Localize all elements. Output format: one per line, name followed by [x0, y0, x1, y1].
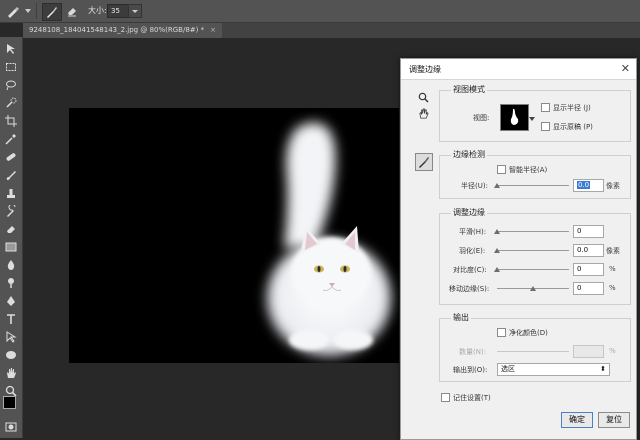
brush-size-label: 大小:	[88, 6, 107, 15]
view-thumbnail[interactable]	[500, 104, 529, 131]
eyedropper-tool-icon[interactable]	[4, 133, 18, 145]
hand-tool-icon[interactable]	[4, 367, 18, 379]
view-mode-group	[439, 90, 631, 142]
contrast-unit: %	[609, 265, 616, 273]
pen-tool-icon[interactable]	[4, 295, 18, 307]
crop-tool-icon[interactable]	[4, 115, 18, 127]
document-tab-title: 9248108_184041548143_2.jpg @ 80%(RGB/8#)…	[29, 26, 205, 34]
type-tool-icon[interactable]	[4, 313, 18, 325]
amount-label: 数量(N):	[459, 348, 487, 356]
smooth-slider[interactable]	[497, 231, 569, 232]
tools-panel	[0, 37, 23, 438]
refine-radius-brush-icon[interactable]	[42, 3, 62, 21]
amount-slider	[497, 351, 569, 352]
refine-edge-dialog: 调整边缘 ✕ 视图模式 视图: 显示半径 (J) 显示原稿 (P) 边缘检测 智…	[400, 58, 637, 440]
quick-selection-tool-icon[interactable]	[4, 97, 18, 109]
path-selection-tool-icon[interactable]	[4, 331, 18, 343]
dodge-tool-icon[interactable]	[4, 277, 18, 289]
close-tab-icon[interactable]: ×	[210, 26, 216, 34]
decontaminate-colors-label: 净化颜色(D)	[509, 329, 548, 337]
brush-size-input[interactable]: 35	[107, 4, 130, 18]
shift-edge-input[interactable]: 0	[573, 282, 604, 295]
edge-detection-group	[439, 155, 631, 199]
smooth-label: 平滑(H):	[459, 228, 487, 236]
output-group-label: 输出	[451, 312, 471, 323]
output-to-value: 选区	[501, 365, 515, 373]
contrast-input[interactable]: 0	[573, 263, 604, 276]
erase-refinements-icon[interactable]	[63, 3, 81, 19]
dialog-titlebar: 调整边缘 ✕	[401, 59, 636, 80]
hand-icon[interactable]	[417, 107, 429, 119]
quick-mask-icon[interactable]	[4, 421, 18, 433]
remember-settings-label: 记住设置(T)	[453, 394, 491, 402]
show-radius-label: 显示半径 (J)	[553, 104, 591, 112]
foreground-color-swatch[interactable]	[3, 396, 16, 409]
gradient-tool-icon[interactable]	[4, 241, 18, 253]
lasso-tool-icon[interactable]	[4, 79, 18, 91]
amount-unit: %	[609, 347, 616, 355]
contrast-slider-thumb[interactable]	[494, 267, 500, 272]
reset-button[interactable]: 复位	[598, 412, 630, 428]
marquee-tool-icon[interactable]	[4, 61, 18, 73]
eraser-tool-icon[interactable]	[4, 223, 18, 235]
feather-slider-thumb[interactable]	[494, 248, 500, 253]
ellipse-tool-icon[interactable]	[4, 349, 18, 361]
document-tab-bar: 9248108_184041548143_2.jpg @ 80%(RGB/8#)…	[23, 23, 640, 38]
show-original-checkbox[interactable]	[541, 122, 550, 131]
radius-unit: 像素	[606, 182, 620, 190]
adjust-edge-group-label: 调整边缘	[451, 207, 487, 218]
feather-unit: 像素	[606, 247, 620, 255]
amount-input	[573, 345, 604, 358]
feather-label: 羽化(E):	[459, 247, 486, 255]
move-tool-icon[interactable]	[4, 43, 18, 55]
view-dropdown-icon[interactable]	[529, 114, 535, 123]
show-original-label: 显示原稿 (P)	[553, 123, 593, 131]
shift-edge-label: 移动边缘(S):	[449, 285, 490, 293]
output-to-select[interactable]: 选区 ⬍	[497, 363, 610, 376]
options-bar: 大小: 35	[0, 0, 640, 23]
dialog-close-icon[interactable]: ✕	[621, 62, 630, 75]
blur-tool-icon[interactable]	[4, 259, 18, 271]
radius-label: 半径(U):	[461, 182, 488, 190]
contrast-label: 对比度(C):	[453, 266, 487, 274]
radius-value: 0.0	[577, 181, 591, 189]
decontaminate-colors-checkbox[interactable]	[497, 328, 506, 337]
clone-stamp-tool-icon[interactable]	[4, 187, 18, 199]
radius-slider[interactable]	[497, 185, 569, 186]
history-brush-tool-icon[interactable]	[4, 205, 18, 217]
remember-settings-checkbox[interactable]	[441, 393, 450, 402]
select-arrows-icon: ⬍	[600, 365, 606, 373]
dialog-title: 调整边缘	[409, 65, 441, 74]
shift-edge-unit: %	[609, 284, 616, 292]
ok-button[interactable]: 确定	[561, 412, 593, 428]
smart-radius-checkbox[interactable]	[497, 165, 506, 174]
radius-input[interactable]: 0.0	[573, 179, 604, 192]
contrast-slider[interactable]	[497, 269, 569, 270]
refine-radius-tool-icon[interactable]	[4, 3, 22, 19]
feather-input[interactable]: 0.0	[573, 244, 604, 257]
view-mode-group-label: 视图模式	[451, 84, 487, 95]
tool-preset-dropdown-icon[interactable]	[24, 3, 32, 19]
document-image[interactable]	[69, 108, 399, 363]
document-tab[interactable]: 9248108_184041548143_2.jpg @ 80%(RGB/8#)…	[23, 23, 222, 38]
show-radius-checkbox[interactable]	[541, 103, 550, 112]
refine-radius-tool-icon[interactable]	[415, 153, 433, 171]
brush-tool-icon[interactable]	[4, 169, 18, 181]
smart-radius-label: 智能半径(A)	[509, 166, 548, 174]
edge-detection-group-label: 边缘检测	[451, 149, 487, 160]
zoom-icon[interactable]	[417, 91, 429, 103]
radius-slider-thumb[interactable]	[494, 183, 500, 188]
smooth-input[interactable]: 0	[573, 225, 604, 238]
healing-brush-tool-icon[interactable]	[4, 151, 18, 163]
white-cat-image	[267, 122, 391, 356]
smooth-slider-thumb[interactable]	[494, 229, 500, 234]
feather-slider[interactable]	[497, 250, 569, 251]
shift-edge-slider-thumb[interactable]	[530, 286, 536, 291]
output-to-label: 输出到(O):	[453, 366, 488, 374]
brush-size-dropdown-button[interactable]	[128, 4, 142, 18]
view-label: 视图:	[473, 114, 490, 122]
